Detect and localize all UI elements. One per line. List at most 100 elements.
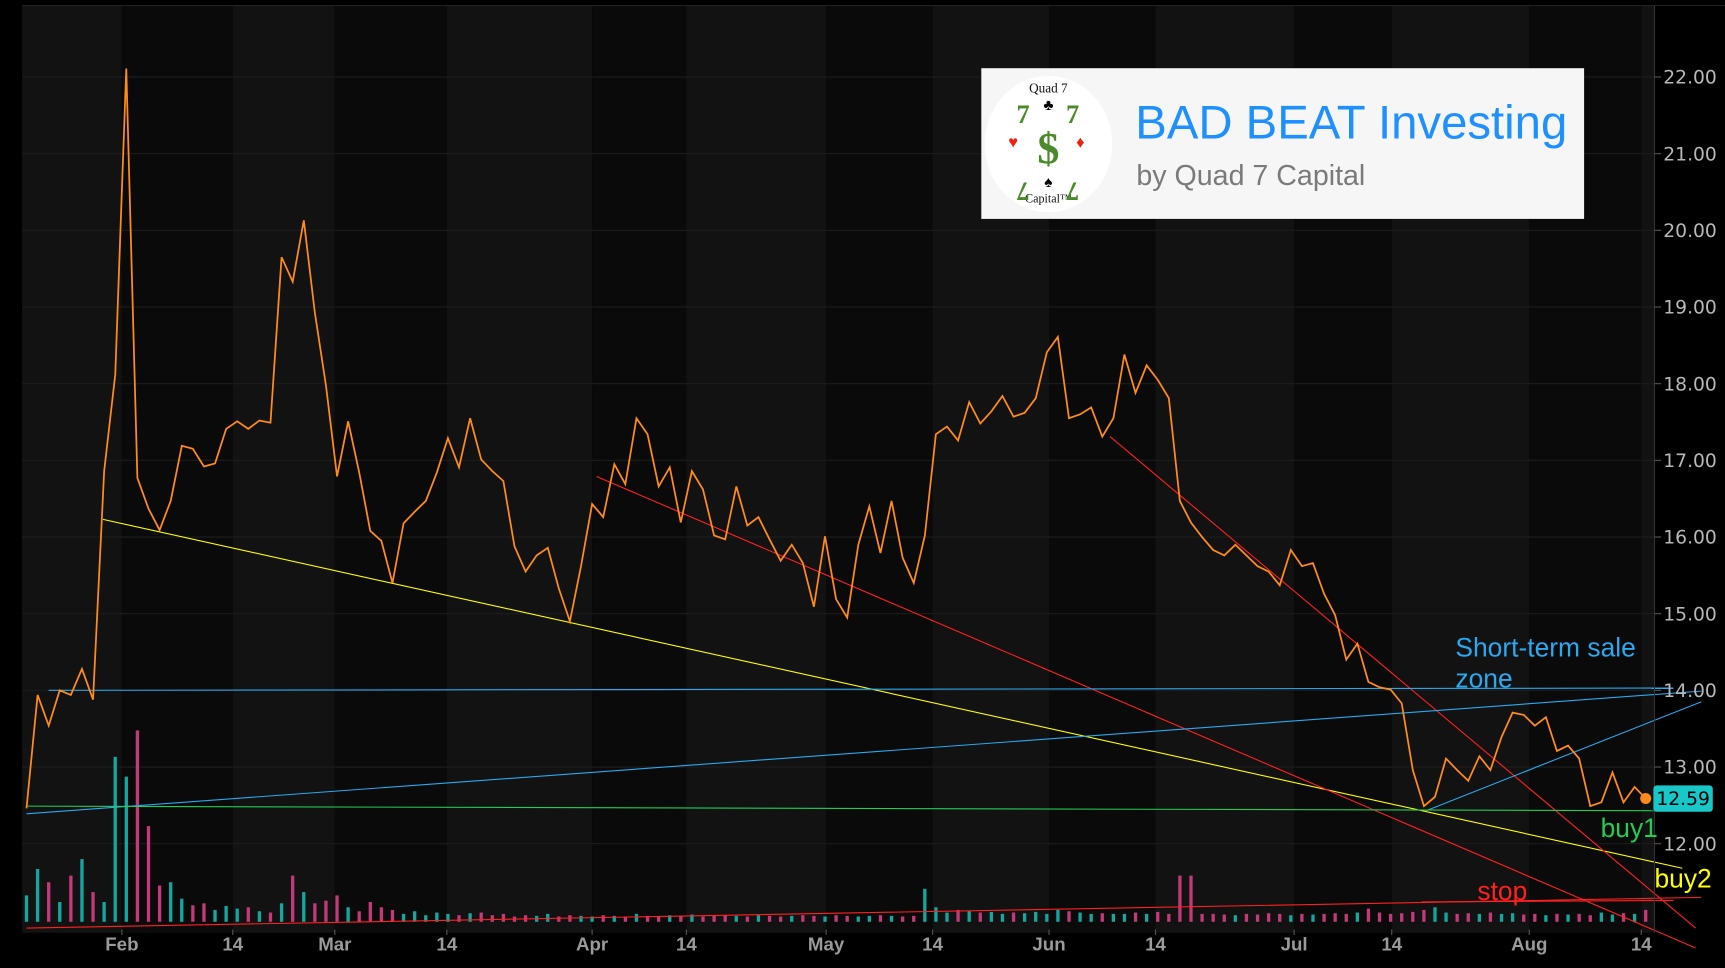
volume-bar	[1255, 914, 1260, 922]
price-axis[interactable]: 22.00 21.00 20.00 19.00 18.00 17.00 16.00 15.00…	[1654, 68, 1717, 856]
volume-bar	[124, 776, 128, 922]
brand-logo-banner: Quad 7 Capital™ 7 7 7 7 $ ♣ ♠ ♥ ♦ BAD BE…	[981, 68, 1585, 219]
y-tick-label: 12.00	[1663, 834, 1717, 855]
volume-bar	[1566, 914, 1570, 922]
volume-bar	[867, 915, 872, 922]
volume-bar	[468, 913, 472, 922]
volume-bar	[1189, 875, 1193, 922]
volume-bar	[1422, 909, 1426, 922]
volume-bar	[845, 915, 849, 922]
volume-bar	[767, 915, 772, 922]
volume-bar	[146, 826, 151, 922]
date-axis[interactable]: Feb 14 Mar 14 Apr 14 May 14 Jun 14 Jul 14 Aug 14	[105, 929, 1652, 955]
volume-bar	[712, 915, 716, 922]
volume-bar	[102, 902, 106, 922]
volume-bar	[812, 915, 816, 922]
y-tick-label: 22.00	[1663, 68, 1717, 89]
y-tick-label: 18.00	[1663, 374, 1717, 395]
volume-bar	[501, 913, 506, 922]
volume-bar	[801, 915, 805, 922]
volume-bar	[1133, 912, 1138, 922]
svg-text:♦: ♦	[1076, 133, 1084, 151]
volume-bar	[313, 903, 317, 922]
y-tick-label: 17.00	[1663, 451, 1717, 472]
volume-bar	[1244, 913, 1249, 922]
svg-text:Quad 7: Quad 7	[1029, 80, 1068, 95]
volume-bar	[1122, 913, 1127, 922]
volume-bar	[1466, 913, 1470, 922]
volume-bar	[1333, 913, 1337, 922]
volume-bar	[390, 909, 395, 922]
svg-text:Capital™: Capital™	[1025, 191, 1072, 205]
background-band	[232, 5, 335, 933]
background-band	[22, 5, 122, 933]
volume-bar	[1233, 915, 1238, 922]
volume-bar	[978, 912, 982, 922]
volume-bar	[790, 915, 794, 922]
volume-bar	[956, 909, 960, 922]
volume-bar	[1522, 914, 1526, 922]
volume-bar	[1366, 908, 1371, 922]
x-tick-label: May	[808, 933, 845, 954]
x-tick-label: Jul	[1281, 933, 1308, 954]
volume-bar	[1078, 912, 1082, 922]
volume-bar	[490, 915, 494, 922]
volume-bar	[557, 916, 561, 922]
stop-label: stop	[1477, 876, 1527, 906]
background-band	[592, 5, 687, 933]
volume-bar	[546, 913, 550, 922]
volume-bar	[657, 916, 661, 922]
volume-bar	[579, 915, 583, 922]
volume-bar	[80, 859, 84, 922]
volume-bar	[279, 903, 284, 922]
volume-bar	[1022, 913, 1027, 922]
background-band	[334, 5, 447, 933]
volume-bar	[1488, 912, 1493, 922]
volume-bar	[1111, 913, 1116, 922]
volume-bar	[357, 911, 361, 922]
volume-bar	[1577, 913, 1581, 922]
volume-bar	[69, 875, 73, 922]
x-tick-label: 14	[1631, 933, 1652, 954]
volume-bar	[778, 916, 783, 922]
svg-text:7: 7	[1066, 99, 1079, 129]
volume-bar	[1599, 912, 1603, 922]
background-band	[446, 5, 593, 933]
x-tick-label: 14	[436, 933, 457, 954]
y-tick-label: 15.00	[1663, 604, 1717, 625]
x-tick-label: Aug	[1511, 933, 1547, 954]
volume-bar	[1089, 913, 1093, 922]
volume-bar	[268, 912, 273, 922]
volume-bar	[1300, 913, 1304, 922]
volume-bar	[91, 892, 95, 922]
volume-bar	[679, 915, 683, 922]
volume-bar	[1355, 912, 1359, 922]
volume-bar	[257, 911, 262, 922]
svg-text:♣: ♣	[1043, 97, 1053, 114]
volume-bar	[413, 911, 417, 922]
volume-bar	[302, 892, 306, 922]
volume-bar	[1100, 913, 1104, 922]
volume-bar	[246, 907, 250, 922]
volume-bar	[900, 916, 905, 922]
volume-bar	[756, 915, 761, 922]
volume-bar	[135, 730, 140, 922]
volume-bar	[368, 902, 372, 922]
x-tick-label: Feb	[105, 933, 138, 954]
volume-bar	[912, 915, 916, 922]
volume-bar	[1477, 913, 1481, 922]
volume-bar	[24, 895, 29, 922]
y-tick-label: 21.00	[1663, 144, 1717, 165]
svg-text:$: $	[1037, 124, 1059, 173]
volume-bar	[967, 911, 971, 922]
volume-bar	[1610, 914, 1615, 922]
volume-bar	[1588, 915, 1592, 922]
volume-bar	[335, 895, 339, 922]
volume-bar	[1266, 913, 1271, 922]
y-tick-label: 13.00	[1663, 758, 1717, 779]
svg-text:7: 7	[1016, 177, 1029, 207]
volume-bar	[1222, 914, 1226, 922]
volume-bar	[823, 916, 827, 922]
volume-bar	[889, 915, 894, 922]
volume-bar	[202, 903, 206, 922]
